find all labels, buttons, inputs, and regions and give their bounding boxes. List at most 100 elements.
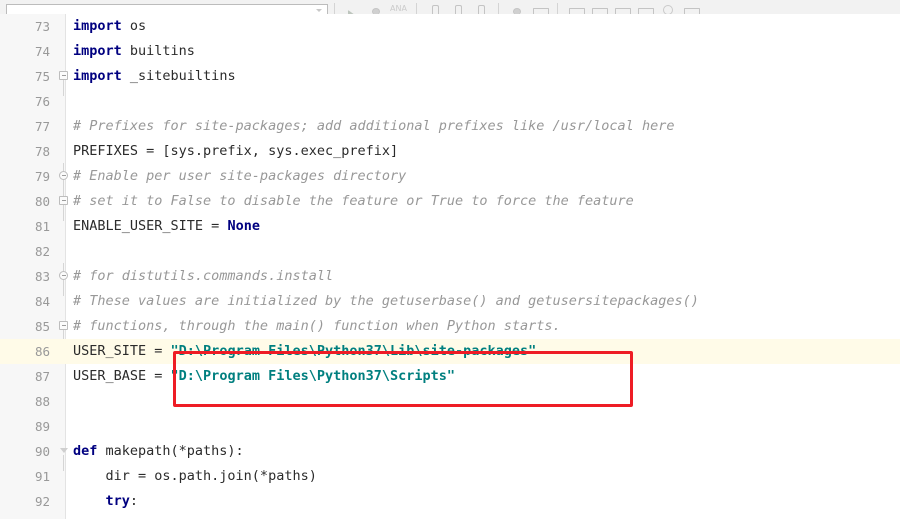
token-plain: ENABLE_USER_SITE = [73,218,228,234]
token-plain: _sitebuiltins [121,68,236,84]
code-line[interactable]: 86 USER_SITE = "D:\Program Files\Python37… [0,339,900,364]
token-kw: None [227,218,260,234]
code-text[interactable]: # functions, through the main() function… [73,314,561,339]
fold-toggle-icon[interactable] [59,446,70,471]
code-text[interactable]: # These values are initialized by the ge… [73,289,699,314]
code-text[interactable]: try: [73,489,139,514]
code-line[interactable]: 90 def makepath(*paths): [0,439,900,471]
code-text[interactable]: import _sitebuiltins [73,64,236,89]
code-text[interactable]: # set it to False to disable the feature… [73,189,634,214]
code-line[interactable]: 76 [0,89,900,114]
token-str: "D:\Program Files\Python37\Scripts" [170,368,456,384]
code-text[interactable]: PREFIXES = [sys.prefix, sys.exec_prefix] [73,139,398,164]
line-number: 85 [34,319,50,334]
code-line[interactable]: 79 # Enable per user site-packages direct… [0,163,900,196]
code-line[interactable]: 84 # These values are initialized by the … [0,289,900,314]
toolbar-items: ANA [0,1,900,14]
line-number: 90 [34,444,50,459]
token-plain: dir = os.path.join(*paths) [73,468,317,484]
code-text[interactable]: dir = os.path.join(*paths) [73,464,317,489]
code-line[interactable]: 77 # Prefixes for site-packages; add addi… [0,114,900,139]
token-cmt: # These values are initialized by the ge… [73,293,699,309]
fold-stem-up [63,263,64,271]
code-line[interactable]: 91 dir = os.path.join(*paths) [0,464,900,489]
code-line[interactable]: 89 [0,414,900,439]
line-number: 75 [34,69,50,84]
fold-toggle-icon[interactable] [59,196,70,221]
line-number: 92 [34,494,50,509]
token-str: "D:\Program Files\Python37\Lib\site-pack… [170,343,537,359]
line-number: 86 [34,344,50,359]
code-line[interactable]: 83 # for distutils.commands.install [0,263,900,296]
line-number: 74 [34,44,50,59]
fold-marker [59,271,68,280]
token-plain: : [129,493,139,509]
code-text[interactable]: # Enable per user site-packages director… [73,164,406,189]
code-line[interactable]: 81 ENABLE_USER_SITE = None [0,214,900,239]
code-line[interactable]: 85 # functions, through the main() functi… [0,314,900,346]
code-line[interactable]: 75 import _sitebuiltins [0,64,900,96]
code-line[interactable]: 87 USER_BASE = "D:\Program Files\Python37… [0,364,900,389]
token-cmt: # Enable per user site-packages director… [73,168,407,184]
line-number: 78 [34,144,50,159]
code-text[interactable]: def makepath(*paths): [73,439,244,464]
code-text[interactable]: import os [73,14,146,39]
line-number: 73 [34,19,50,34]
line-number: 81 [34,219,50,234]
token-cmt: # functions, through the main() function… [73,318,561,334]
fold-marker [59,321,68,330]
line-number: 76 [34,94,50,109]
code-text[interactable]: ENABLE_USER_SITE = None [73,214,260,239]
fold-toggle-icon[interactable] [59,263,70,296]
code-text[interactable]: # for distutils.commands.install [73,264,333,289]
token-cmt: # set it to False to disable the feature… [73,193,634,209]
code-line[interactable]: 82 [0,239,900,264]
fold-toggle-icon[interactable] [59,71,70,96]
code-lines: 73 import os 74 import builtins 75 import _si… [0,14,900,514]
token-cmt: # Prefixes for site-packages; add additi… [73,118,675,134]
line-number: 80 [34,194,50,209]
fold-marker [59,171,68,180]
code-text[interactable]: USER_BASE = "D:\Program Files\Python37\S… [73,364,455,389]
code-line[interactable]: 80 # set it to False to disable the featu… [0,189,900,221]
fold-marker [59,71,68,80]
token-plain: USER_SITE = [73,343,171,359]
token-plain: os [121,18,147,34]
token-plain: builtins [121,43,195,59]
main-toolbar: ANA [0,0,900,15]
code-editor-area[interactable]: 73 import os 74 import builtins 75 import _si… [0,14,900,519]
line-number: 87 [34,369,50,384]
line-number: 89 [34,419,50,434]
token-cmt: # for distutils.commands.install [73,268,334,284]
code-line[interactable]: 73 import os [0,14,900,39]
fold-marker [59,196,68,205]
token-plain: makepath(*paths): [97,443,244,459]
line-number: 79 [34,169,50,184]
editor-window: ANA 73 import os 74 import builtins 75 import… [0,0,900,519]
token-kw: import [73,68,122,84]
fold-toggle-icon[interactable] [59,321,70,346]
token-kw: def [73,443,98,459]
line-number: 91 [34,469,50,484]
fold-toggle-icon[interactable] [59,163,70,196]
code-line[interactable]: 74 import builtins [0,39,900,64]
line-number: 82 [34,244,50,259]
line-number: 88 [34,394,50,409]
code-line[interactable]: 88 [0,389,900,414]
token-plain: PREFIXES = [sys.prefix, sys.exec_prefix] [73,143,399,159]
token-plain: USER_BASE = [73,368,171,384]
line-number: 83 [34,269,50,284]
code-text[interactable]: USER_SITE = "D:\Program Files\Python37\L… [73,339,536,364]
line-number: 84 [34,294,50,309]
code-text[interactable]: # Prefixes for site-packages; add additi… [73,114,674,139]
code-text[interactable]: import builtins [73,39,195,64]
line-number: 77 [34,119,50,134]
code-line[interactable]: 92 try: [0,489,900,514]
token-kw: import [73,18,122,34]
code-line[interactable]: 78 PREFIXES = [sys.prefix, sys.exec_prefi… [0,139,900,164]
token-kw: import [73,43,122,59]
chevron-down-icon [316,9,322,12]
fold-stem-up [63,163,64,171]
token-kw: try [105,493,130,509]
